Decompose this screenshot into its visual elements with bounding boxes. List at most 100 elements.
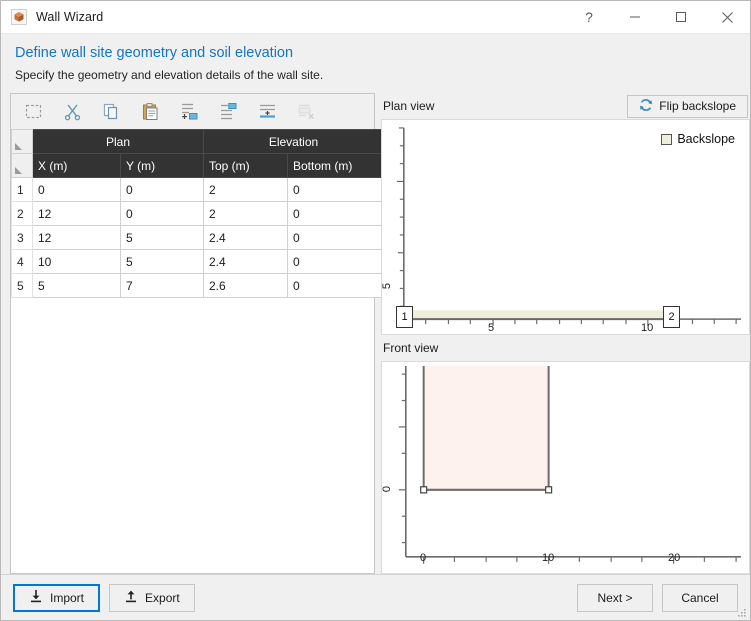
group-header-plan: Plan xyxy=(32,129,204,154)
wall-face-area xyxy=(423,366,549,490)
front-view-title: Front view xyxy=(383,341,439,355)
plan-y-tick-label-5: 5 xyxy=(381,282,394,290)
cell-bottom[interactable]: 0 xyxy=(287,225,384,250)
table-row[interactable]: 5 5 7 2.6 0 xyxy=(11,273,384,298)
flip-backslope-button[interactable]: Flip backslope xyxy=(627,94,748,118)
front-y-ticks xyxy=(398,373,406,544)
cell-x[interactable]: 5 xyxy=(32,273,121,298)
upload-icon xyxy=(124,589,138,606)
next-label: Next > xyxy=(597,590,633,605)
cell-y[interactable]: 0 xyxy=(120,201,204,226)
insert-row-below-icon[interactable] xyxy=(218,101,239,122)
cut-icon[interactable] xyxy=(62,101,83,122)
front-x-tick-label-0: 0 xyxy=(420,552,427,564)
cancel-label: Cancel xyxy=(681,590,719,605)
front-x-ticks xyxy=(423,556,737,564)
table-corner-cell[interactable] xyxy=(11,129,33,154)
cell-bottom[interactable]: 0 xyxy=(287,273,384,298)
plan-legend: Backslope xyxy=(661,132,735,146)
cell-y[interactable]: 0 xyxy=(120,177,204,202)
cell-bottom[interactable]: 0 xyxy=(287,201,384,226)
row-number[interactable]: 1 xyxy=(11,177,33,202)
export-label: Export xyxy=(145,590,180,605)
cell-bottom[interactable]: 0 xyxy=(287,177,384,202)
next-button[interactable]: Next > xyxy=(577,583,653,612)
cell-x[interactable]: 0 xyxy=(32,177,121,202)
cell-top[interactable]: 2.4 xyxy=(203,249,288,274)
backslope-legend-swatch xyxy=(661,133,673,145)
page-subtitle: Specify the geometry and elevation detai… xyxy=(15,68,324,82)
select-all-icon[interactable] xyxy=(23,101,44,122)
column-header-top: Top (m) xyxy=(203,153,288,178)
plan-view-header: Plan view Flip backslope xyxy=(381,93,750,119)
resize-grip[interactable] xyxy=(735,606,747,618)
front-node-marker-left[interactable] xyxy=(420,486,428,494)
wall-wizard-window: Wall Wizard ? Define wall site geometry … xyxy=(0,0,751,621)
title-bar: Wall Wizard ? xyxy=(1,1,750,34)
table-toolbar xyxy=(11,94,374,129)
plan-node-marker-2[interactable]: 2 xyxy=(663,306,680,328)
geometry-table[interactable]: Plan Elevation X (m) Y (m) Top (m) Botto… xyxy=(11,129,384,298)
cell-bottom[interactable]: 0 xyxy=(287,249,384,274)
cell-y[interactable]: 5 xyxy=(120,225,204,250)
plan-view-plot[interactable]: Backslope 5 5 10 1 2 xyxy=(381,119,750,335)
row-number[interactable]: 5 xyxy=(11,273,33,298)
table-row[interactable]: 1 0 0 2 0 xyxy=(11,177,384,202)
cancel-button[interactable]: Cancel xyxy=(662,583,738,612)
cell-y[interactable]: 7 xyxy=(120,273,204,298)
close-icon xyxy=(721,11,734,24)
backslope-legend-label: Backslope xyxy=(677,132,735,146)
insert-row-icon[interactable] xyxy=(257,101,278,122)
import-button[interactable]: Import xyxy=(13,583,101,612)
copy-icon[interactable] xyxy=(101,101,122,122)
page-title: Define wall site geometry and soil eleva… xyxy=(15,45,294,61)
table-column-header-row: X (m) Y (m) Top (m) Bottom (m) xyxy=(11,153,384,178)
table-select-all-corner[interactable] xyxy=(11,153,33,178)
cell-x[interactable]: 10 xyxy=(32,249,121,274)
import-label: Import xyxy=(50,590,85,605)
insert-row-above-icon[interactable] xyxy=(179,101,200,122)
front-view-canvas xyxy=(398,366,742,564)
close-button[interactable] xyxy=(704,1,750,33)
plan-y-ticks xyxy=(396,127,404,307)
table-empty-area[interactable] xyxy=(11,298,374,573)
table-row[interactable]: 4 10 5 2.4 0 xyxy=(11,249,384,274)
download-icon xyxy=(29,589,43,606)
column-header-bottom: Bottom (m) xyxy=(287,153,384,178)
cell-x[interactable]: 12 xyxy=(32,201,121,226)
row-number[interactable]: 2 xyxy=(11,201,33,226)
table-row[interactable]: 3 12 5 2.4 0 xyxy=(11,225,384,250)
paste-icon[interactable] xyxy=(140,101,161,122)
plan-node-marker-1[interactable]: 1 xyxy=(396,306,413,328)
geometry-table-panel: Plan Elevation X (m) Y (m) Top (m) Botto… xyxy=(10,93,384,574)
row-number[interactable]: 4 xyxy=(11,249,33,274)
column-header-x: X (m) xyxy=(32,153,121,178)
cell-top[interactable]: 2 xyxy=(203,201,288,226)
plan-x-tick-label-5: 5 xyxy=(488,322,495,334)
cell-x[interactable]: 12 xyxy=(32,225,121,250)
front-x-tick-label-10: 10 xyxy=(542,552,555,564)
table-pane: Plan Elevation X (m) Y (m) Top (m) Botto… xyxy=(1,93,384,574)
row-number[interactable]: 3 xyxy=(11,225,33,250)
export-button[interactable]: Export xyxy=(109,583,195,612)
cell-top[interactable]: 2.6 xyxy=(203,273,288,298)
footer-bar: Import Export Next > Cancel xyxy=(1,574,750,620)
help-button[interactable]: ? xyxy=(566,1,612,33)
minimize-button[interactable] xyxy=(612,1,658,33)
delete-row-icon xyxy=(296,101,317,122)
cell-top[interactable]: 2.4 xyxy=(203,225,288,250)
plan-x-ticks xyxy=(425,319,737,327)
front-view-plot[interactable]: 0 0 10 20 xyxy=(381,361,750,574)
cell-y[interactable]: 5 xyxy=(120,249,204,274)
group-header-elevation: Elevation xyxy=(203,129,384,154)
body-area: Plan Elevation X (m) Y (m) Top (m) Botto… xyxy=(1,82,750,574)
flip-backslope-label: Flip backslope xyxy=(659,99,736,113)
cell-top[interactable]: 2 xyxy=(203,177,288,202)
table-row[interactable]: 2 12 0 2 0 xyxy=(11,201,384,226)
window-title: Wall Wizard xyxy=(36,10,104,24)
column-header-y: Y (m) xyxy=(120,153,204,178)
front-node-marker-right[interactable] xyxy=(545,486,553,494)
plan-x-tick-label-10: 10 xyxy=(641,322,654,334)
refresh-icon xyxy=(639,98,653,115)
maximize-button[interactable] xyxy=(658,1,704,33)
